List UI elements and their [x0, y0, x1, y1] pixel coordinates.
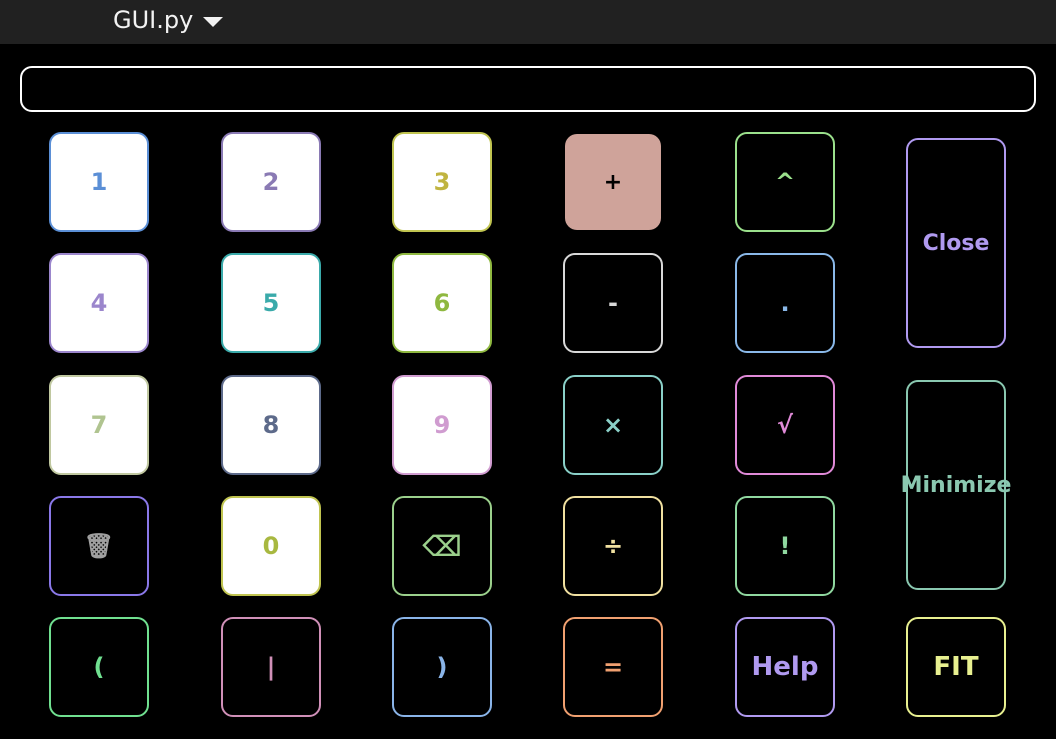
digit-2-button[interactable]: 2	[221, 132, 321, 232]
backspace-icon: ⌫	[422, 529, 462, 563]
equals-button[interactable]: =	[563, 617, 663, 717]
divide-button[interactable]: ÷	[563, 496, 663, 596]
trash-icon: 🗑	[83, 532, 115, 560]
window-title-dropdown[interactable]: GUI.py	[113, 4, 224, 36]
digit-3-button[interactable]: 3	[392, 132, 492, 232]
minus-button[interactable]: -	[563, 253, 663, 353]
digit-1-button[interactable]: 1	[49, 132, 149, 232]
chevron-down-icon	[203, 16, 224, 27]
close-button[interactable]: Close	[906, 138, 1006, 348]
multiply-button[interactable]: ×	[563, 375, 663, 475]
factorial-button[interactable]: !	[735, 496, 835, 596]
clear-button[interactable]: 🗑	[49, 496, 149, 596]
pipe-button[interactable]: |	[221, 617, 321, 717]
right-paren-button[interactable]: )	[392, 617, 492, 717]
digit-9-button[interactable]: 9	[392, 375, 492, 475]
title-bar: GUI.py	[0, 0, 1056, 44]
fit-button[interactable]: FIT	[906, 617, 1006, 717]
calculator-display[interactable]	[20, 66, 1036, 112]
digit-6-button[interactable]: 6	[392, 253, 492, 353]
left-paren-button[interactable]: (	[49, 617, 149, 717]
plus-button[interactable]: +	[565, 134, 661, 230]
digit-4-button[interactable]: 4	[49, 253, 149, 353]
help-button[interactable]: Help	[735, 617, 835, 717]
digit-0-button[interactable]: 0	[221, 496, 321, 596]
digit-5-button[interactable]: 5	[221, 253, 321, 353]
backspace-button[interactable]: ⌫	[392, 496, 492, 596]
window-title: GUI.py	[113, 6, 194, 34]
power-button[interactable]: ^	[735, 132, 835, 232]
sqrt-button[interactable]: √	[735, 375, 835, 475]
digit-8-button[interactable]: 8	[221, 375, 321, 475]
minimize-button[interactable]: Minimize	[901, 380, 1011, 590]
digit-7-button[interactable]: 7	[49, 375, 149, 475]
decimal-button[interactable]: .	[735, 253, 835, 353]
